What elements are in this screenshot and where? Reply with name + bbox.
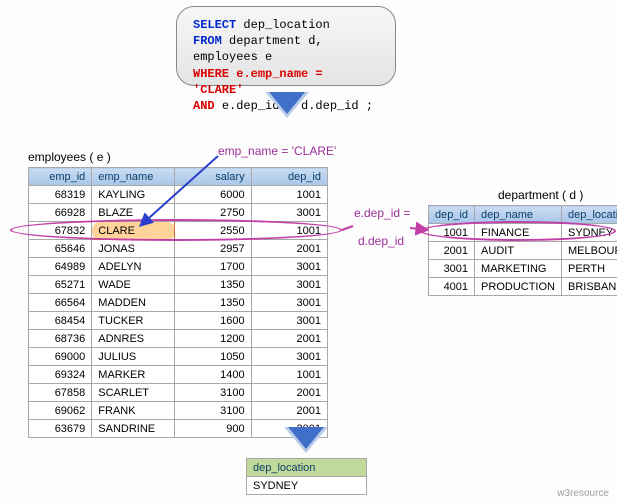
annot-edep: e.dep_id =	[354, 206, 410, 220]
flow-arrow-1	[269, 92, 305, 114]
table-row: 65646JONAS29572001	[29, 240, 328, 258]
department-table: dep_id dep_name dep_location 1001FINANCE…	[428, 205, 617, 296]
annot-ddep: d.dep_id	[358, 234, 404, 248]
table-row: 66928BLAZE27503001	[29, 204, 328, 222]
employees-title: employees ( e )	[28, 150, 111, 164]
table-row: 68319KAYLING60001001	[29, 186, 328, 204]
table-row: 4001PRODUCTIONBRISBANE	[429, 278, 617, 296]
dep-h-1: dep_name	[475, 206, 562, 224]
table-row: 2001AUDITMELBOURNE	[429, 242, 617, 260]
table-row: 67858SCARLET31002001	[29, 384, 328, 402]
annot-emp-name: emp_name = 'CLARE'	[218, 144, 336, 158]
emp-h-1: emp_name	[92, 168, 175, 186]
table-row: 3001MARKETINGPERTH	[429, 260, 617, 278]
emp-h-2: salary	[175, 168, 251, 186]
table-row: 64989ADELYN17003001	[29, 258, 328, 276]
flow-arrow-2	[288, 427, 324, 449]
table-row: 65271WADE13503001	[29, 276, 328, 294]
table-row: 69324MARKER14001001	[29, 366, 328, 384]
sql-select-col: dep_location	[243, 18, 329, 32]
emp-h-3: dep_id	[251, 168, 327, 186]
sql-select-kw: SELECT	[193, 18, 236, 32]
table-row: 63679SANDRINE9002001	[29, 420, 328, 438]
highlight-clare-cell: CLARE	[92, 222, 175, 240]
result-header: dep_location	[247, 459, 367, 477]
sql-from-kw: FROM	[193, 34, 222, 48]
emp-h-0: emp_id	[29, 168, 92, 186]
sql-where-kw: WHERE	[193, 67, 229, 81]
sql-query-box: SELECT dep_location FROM department d, e…	[176, 6, 396, 86]
dep-h-2: dep_location	[562, 206, 617, 224]
table-row: 68736ADNRES12002001	[29, 330, 328, 348]
result-value: SYDNEY	[247, 477, 367, 495]
table-row: 69062FRANK31002001	[29, 402, 328, 420]
dep-h-0: dep_id	[429, 206, 475, 224]
sql-and-kw: AND	[193, 99, 215, 113]
table-row: 67832CLARE25501001	[29, 222, 328, 240]
table-row: 66564MADDEN13503001	[29, 294, 328, 312]
department-title: department ( d )	[498, 188, 583, 202]
footer-watermark: w3resource	[557, 488, 609, 499]
table-row: 68454TUCKER16003001	[29, 312, 328, 330]
result-table: dep_location SYDNEY	[246, 458, 367, 495]
table-row: 69000JULIUS10503001	[29, 348, 328, 366]
table-row: 1001FINANCESYDNEY	[429, 224, 617, 242]
employees-table: emp_id emp_name salary dep_id 68319KAYLI…	[28, 167, 328, 438]
